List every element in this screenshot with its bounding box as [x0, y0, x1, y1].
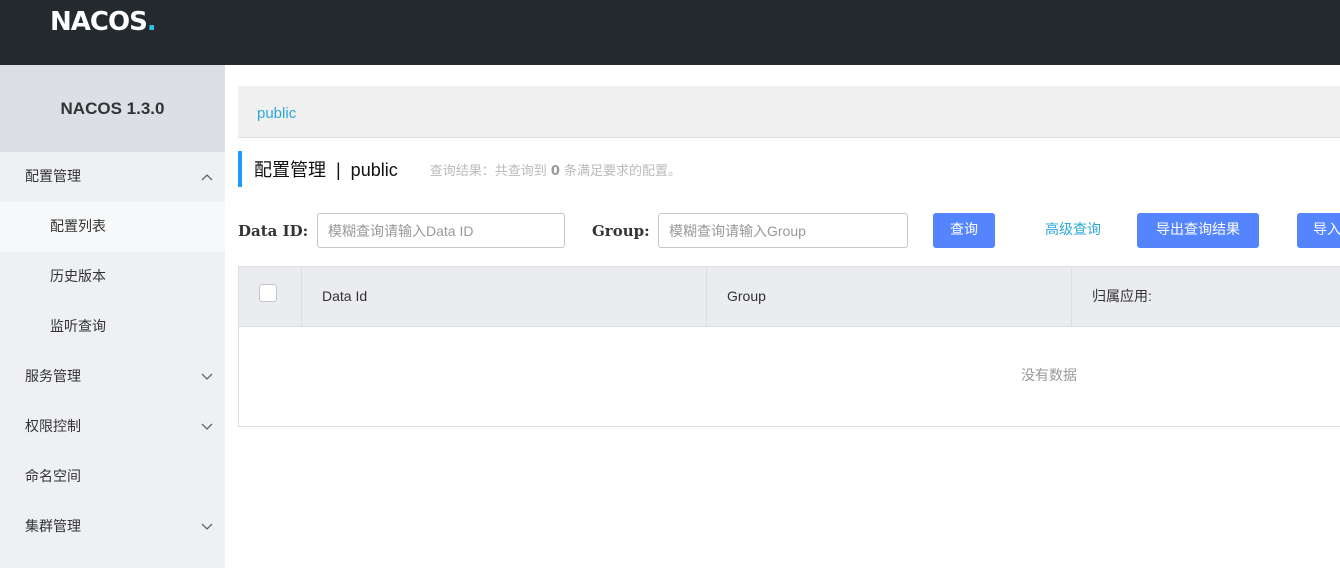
- sidebar-item-config-management[interactable]: 配置管理: [0, 152, 225, 202]
- namespace-public-link[interactable]: public: [257, 86, 296, 142]
- empty-state: 没有数据: [239, 326, 1340, 426]
- sidebar-item-cluster-management[interactable]: 集群管理: [0, 502, 225, 552]
- filter-bar: Data ID: Group: 查询 高级查询 导出查询结果 导入: [238, 213, 1340, 249]
- empty-text: 没有数据: [1021, 368, 1077, 384]
- sidebar: NACOS 1.3.0 配置管理 配置列表 历史版本 监听查询 服务管理 权限控…: [0, 65, 225, 568]
- search-button[interactable]: 查询: [933, 213, 995, 248]
- config-table: Data Id Group 归属应用: 没有数据: [238, 266, 1340, 427]
- column-header-data-id[interactable]: Data Id: [301, 267, 706, 326]
- group-label: Group:: [592, 222, 650, 240]
- export-results-button[interactable]: 导出查询结果: [1137, 213, 1259, 248]
- data-id-input[interactable]: [317, 213, 565, 248]
- import-button[interactable]: 导入: [1297, 213, 1340, 248]
- namespace-bar: public: [238, 86, 1340, 138]
- chevron-up-icon: [199, 152, 215, 202]
- sidebar-item-permission-control[interactable]: 权限控制: [0, 402, 225, 452]
- sidebar-item-config-list[interactable]: 配置列表: [0, 202, 225, 252]
- advanced-query-link[interactable]: 高级查询: [1045, 213, 1101, 248]
- sidebar-item-listener-query[interactable]: 监听查询: [0, 302, 225, 352]
- top-navbar: NACOS.: [0, 0, 1340, 65]
- nacos-logo[interactable]: NACOS.: [50, 7, 157, 37]
- sidebar-item-label: 历史版本: [50, 269, 106, 285]
- group-input[interactable]: [658, 213, 908, 248]
- query-result-summary: 查询结果：共查询到 0 条满足要求的配置。: [430, 160, 681, 179]
- result-suffix: 条满足要求的配置。: [559, 163, 682, 179]
- sidebar-item-label: 监听查询: [50, 319, 106, 335]
- sidebar-item-label: 配置管理: [25, 169, 81, 185]
- select-all-checkbox[interactable]: [259, 284, 277, 302]
- chevron-down-icon: [199, 402, 215, 452]
- page-header: 配置管理 | public 查询结果：共查询到 0 条满足要求的配置。: [238, 151, 681, 187]
- result-count: 0: [550, 163, 560, 179]
- sidebar-version: NACOS 1.3.0: [0, 65, 225, 152]
- sidebar-item-service-management[interactable]: 服务管理: [0, 352, 225, 402]
- sidebar-item-label: 权限控制: [25, 419, 81, 435]
- main-content: public 配置管理 | public 查询结果：共查询到 0 条满足要求的配…: [225, 65, 1340, 568]
- sidebar-item-history[interactable]: 历史版本: [0, 252, 225, 302]
- data-id-label: Data ID:: [238, 222, 309, 240]
- sidebar-item-namespace[interactable]: 命名空间: [0, 452, 225, 502]
- chevron-down-icon: [199, 352, 215, 402]
- chevron-down-icon: [199, 502, 215, 552]
- table-header: Data Id Group 归属应用:: [239, 267, 1340, 327]
- result-prefix: 查询结果：共查询到: [429, 163, 551, 179]
- sidebar-item-label: 集群管理: [25, 519, 81, 535]
- sidebar-item-label: 命名空间: [25, 469, 81, 485]
- sidebar-item-label: 配置列表: [50, 219, 106, 235]
- logo-text: NACOS: [50, 7, 148, 37]
- column-header-app[interactable]: 归属应用:: [1071, 267, 1340, 326]
- sidebar-item-label: 服务管理: [25, 369, 81, 385]
- logo-dot: .: [146, 7, 158, 37]
- page-title: 配置管理 | public: [254, 160, 398, 180]
- column-header-group[interactable]: Group: [706, 267, 1071, 326]
